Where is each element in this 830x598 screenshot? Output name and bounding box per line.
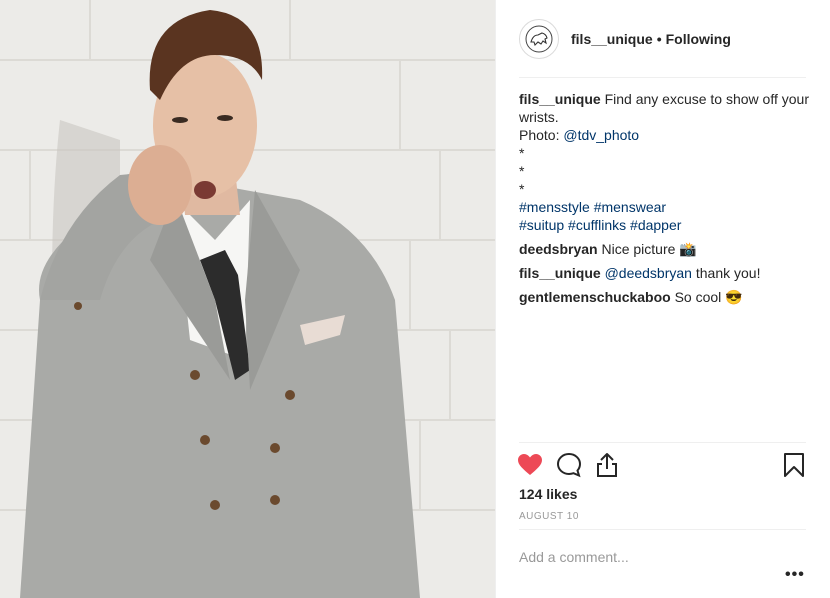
post-date[interactable]: AUGUST 10 [519,511,579,522]
actions-divider [519,442,806,443]
caption-bullet: * [519,145,525,161]
post-dialog: fils__unique • Following fils__unique Fi… [0,0,830,598]
action-bar [517,452,809,480]
hashtags-line[interactable]: #mensstyle #menswear [519,198,809,216]
photo-credit-prefix: Photo: [519,127,564,143]
caption-bullet: * [519,163,525,179]
caption-username[interactable]: fils__unique [519,91,601,107]
post-side-panel: fils__unique • Following fils__unique Fi… [495,0,830,598]
more-options-button[interactable]: ••• [785,566,805,584]
caption: fils__unique Find any excuse to show off… [519,90,809,234]
header-username[interactable]: fils__unique [571,31,653,47]
add-comment-input[interactable] [519,545,759,569]
comment: gentlemenschuckaboo So cool 😎 [519,288,809,306]
comment-username[interactable]: gentlemenschuckaboo [519,289,671,305]
heart-filled-icon[interactable] [517,452,543,478]
photo-illustration [0,0,495,598]
caption-bullet: * [519,181,525,197]
comment-bubble-icon[interactable] [556,452,582,478]
header-separator: • [656,31,662,47]
following-button[interactable]: Following [666,31,731,47]
comment-username[interactable]: fils__unique [519,265,601,281]
post-photo[interactable] [0,0,495,598]
post-header: fils__unique • Following [496,0,830,78]
photo-credit-line: Photo: @tdv_photo [519,126,809,144]
lion-crest-icon[interactable] [519,19,559,59]
bookmark-icon[interactable] [781,452,807,478]
comment-text: Nice picture 📸 [601,241,697,257]
header-divider [519,77,806,78]
photo-credit-link[interactable]: @tdv_photo [563,127,639,143]
add-comment-divider [519,529,806,530]
comment-mention[interactable]: @deedsbryan [605,265,692,281]
hashtags-line[interactable]: #suitup #cufflinks #dapper [519,216,809,234]
comment-username[interactable]: deedsbryan [519,241,598,257]
comments-list: fils__unique Find any excuse to show off… [519,90,809,306]
comment: deedsbryan Nice picture 📸 [519,240,809,258]
comment: fils__unique @deedsbryan thank you! [519,264,809,282]
likes-count[interactable]: 124 likes [519,486,577,502]
comment-text: So cool 😎 [674,289,743,305]
comment-text: thank you! [691,265,761,281]
share-icon[interactable] [594,452,620,478]
